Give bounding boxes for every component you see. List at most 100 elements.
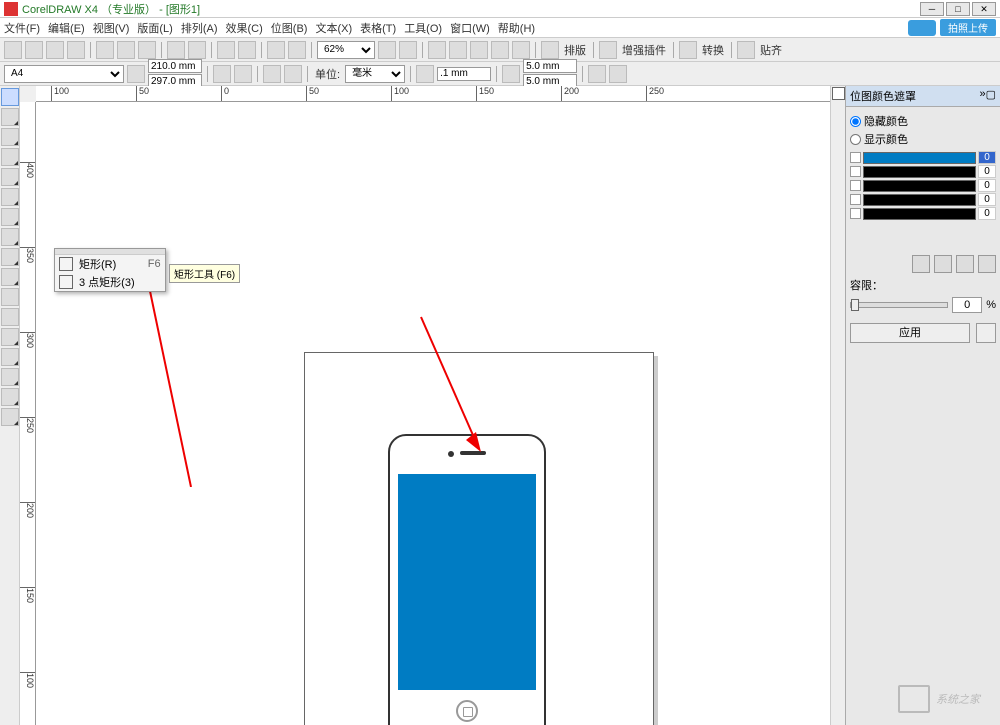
menu-table[interactable]: 表格(T): [360, 20, 396, 36]
menu-edit[interactable]: 编辑(E): [48, 20, 85, 36]
menu-bitmap[interactable]: 位图(B): [271, 20, 308, 36]
nudge-input[interactable]: [437, 67, 491, 81]
redo-button[interactable]: [188, 41, 206, 59]
tolerance-input[interactable]: [952, 297, 982, 313]
menu-view[interactable]: 视图(V): [93, 20, 130, 36]
mask-swatch[interactable]: [863, 152, 976, 164]
menu-arrange[interactable]: 排列(A): [181, 20, 218, 36]
treat-as-filled-button[interactable]: [588, 65, 606, 83]
menu-tools[interactable]: 工具(O): [404, 20, 442, 36]
cloud-upload-button[interactable]: 拍照上传: [940, 19, 996, 36]
zhuanhuan-icon[interactable]: [679, 41, 697, 59]
menu-help[interactable]: 帮助(H): [498, 20, 535, 36]
radio-show-input[interactable]: [850, 134, 861, 145]
radio-show-colors[interactable]: 显示颜色: [850, 131, 996, 147]
menu-text[interactable]: 文本(X): [315, 20, 352, 36]
interactive-tool[interactable]: [1, 328, 19, 346]
unit-select[interactable]: 毫米: [345, 65, 405, 83]
mask-checkbox[interactable]: [850, 152, 861, 163]
outline-tool[interactable]: [1, 368, 19, 386]
misc-button[interactable]: [470, 41, 488, 59]
apply-button[interactable]: 应用: [850, 323, 970, 343]
portrait-button[interactable]: [213, 65, 231, 83]
zhuanhuan-label[interactable]: 转换: [700, 42, 726, 58]
table-tool[interactable]: [1, 308, 19, 326]
canvas[interactable]: 矩形(R) F6 3 点矩形(3) 矩形工具 (F6): [36, 102, 830, 725]
save-mask-button[interactable]: [956, 255, 974, 273]
options-button[interactable]: [449, 41, 467, 59]
tieqi-icon[interactable]: [737, 41, 755, 59]
slider-thumb[interactable]: [851, 299, 859, 311]
fill-tool[interactable]: [1, 388, 19, 406]
zoom-tool[interactable]: [1, 148, 19, 166]
shape-tool[interactable]: [1, 108, 19, 126]
pages-button-1[interactable]: [263, 65, 281, 83]
zengqiang-icon[interactable]: [599, 41, 617, 59]
zoom-select[interactable]: 62%: [317, 41, 375, 59]
horizontal-ruler[interactable]: 10050050100150200250: [36, 86, 830, 102]
paiban-icon[interactable]: [541, 41, 559, 59]
misc3-button[interactable]: [512, 41, 530, 59]
dup-x-input[interactable]: [523, 59, 577, 73]
maximize-button[interactable]: □: [946, 2, 970, 16]
open-mask-button[interactable]: [978, 255, 996, 273]
import-button[interactable]: [217, 41, 235, 59]
mask-swatch[interactable]: [863, 208, 976, 220]
freehand-tool[interactable]: [1, 168, 19, 186]
menu-file[interactable]: 文件(F): [4, 20, 40, 36]
interactive-fill-tool[interactable]: [1, 408, 19, 426]
text-tool[interactable]: [1, 288, 19, 306]
pages-button-2[interactable]: [284, 65, 302, 83]
color-mask-row[interactable]: 0: [850, 193, 996, 206]
phone-speaker-shape[interactable]: [460, 451, 486, 455]
basic-shapes-tool[interactable]: [1, 268, 19, 286]
flyout-item-3point-rectangle[interactable]: 3 点矩形(3): [55, 273, 165, 291]
flyout-item-rectangle[interactable]: 矩形(R) F6: [55, 255, 165, 273]
mask-swatch[interactable]: [863, 194, 976, 206]
copy-button[interactable]: [117, 41, 135, 59]
smart-fill-tool[interactable]: [1, 188, 19, 206]
color-mask-row[interactable]: 0: [850, 165, 996, 178]
mask-swatch[interactable]: [863, 166, 976, 178]
export-button[interactable]: [238, 41, 256, 59]
welcome-button[interactable]: [288, 41, 306, 59]
menu-window[interactable]: 窗口(W): [450, 20, 490, 36]
phone-home-button-shape[interactable]: [456, 700, 478, 722]
print-button[interactable]: [67, 41, 85, 59]
misc2-button[interactable]: [491, 41, 509, 59]
eyedropper-button[interactable]: [912, 255, 930, 273]
snap-to-button[interactable]: [609, 65, 627, 83]
color-mask-row[interactable]: 0: [850, 179, 996, 192]
ellipse-tool[interactable]: [1, 228, 19, 246]
zengqiang-label[interactable]: 增强插件: [620, 42, 668, 58]
landscape-button[interactable]: [234, 65, 252, 83]
zoom-in-button[interactable]: [378, 41, 396, 59]
cloud-icon[interactable]: [908, 20, 936, 36]
close-button[interactable]: ✕: [972, 2, 996, 16]
rectangle-tool[interactable]: [1, 208, 19, 226]
crop-tool[interactable]: [1, 128, 19, 146]
polygon-tool[interactable]: [1, 248, 19, 266]
radio-hide-input[interactable]: [850, 116, 861, 127]
minimize-button[interactable]: ─: [920, 2, 944, 16]
save-button[interactable]: [46, 41, 64, 59]
tieqi-label[interactable]: 贴齐: [758, 42, 784, 58]
docker-close-icon[interactable]: ▢: [986, 88, 996, 104]
mask-checkbox[interactable]: [850, 208, 861, 219]
remove-mask-button[interactable]: [976, 323, 996, 343]
undo-button[interactable]: [167, 41, 185, 59]
mask-checkbox[interactable]: [850, 166, 861, 177]
edit-color-button[interactable]: [934, 255, 952, 273]
color-mask-row[interactable]: 0: [850, 151, 996, 164]
zoom-out-button[interactable]: [399, 41, 417, 59]
mask-swatch[interactable]: [863, 180, 976, 192]
mask-checkbox[interactable]: [850, 180, 861, 191]
radio-hide-colors[interactable]: 隐藏颜色: [850, 113, 996, 129]
open-button[interactable]: [25, 41, 43, 59]
color-mask-row[interactable]: 0: [850, 207, 996, 220]
eyedropper-tool[interactable]: [1, 348, 19, 366]
paste-button[interactable]: [138, 41, 156, 59]
pick-tool[interactable]: [1, 88, 19, 106]
color-swatch[interactable]: [832, 87, 845, 100]
snap-button[interactable]: [428, 41, 446, 59]
